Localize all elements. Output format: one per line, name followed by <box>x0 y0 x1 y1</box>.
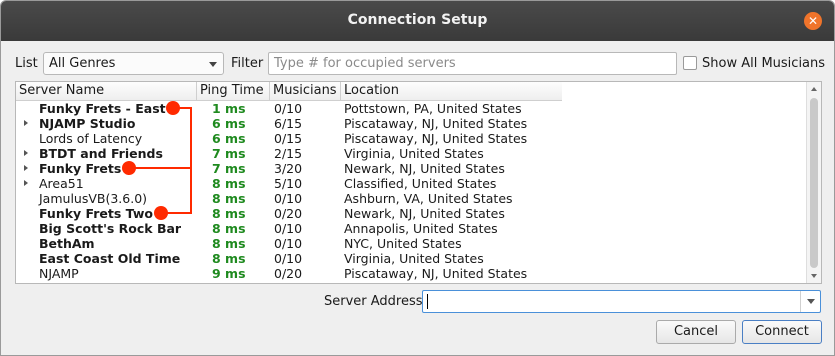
table-row[interactable]: Funky Frets Two 8 ms 0/20 Newark, NJ, Unite… <box>16 206 806 221</box>
server-address-input[interactable] <box>422 290 821 313</box>
server-address-dropdown[interactable] <box>800 291 820 312</box>
location-cell: Piscataway, NJ, United States <box>344 131 528 146</box>
location-cell: Newark, NJ, United States <box>344 206 505 221</box>
expand-arrow-icon[interactable] <box>24 180 28 186</box>
genre-select-value: All Genres <box>49 56 116 71</box>
ping-time-cell: 1 ms <box>212 101 246 116</box>
location-cell: Ashburn, VA, United States <box>344 191 513 206</box>
table-row[interactable]: JamulusVB(3.6.0) 8 ms 0/10 Ashburn, VA, Uni… <box>16 191 806 206</box>
ping-time-cell: 8 ms <box>212 176 246 191</box>
table-row[interactable]: Area51 8 ms 5/10 Classified, United States <box>16 176 806 191</box>
ping-time-cell: 6 ms <box>212 131 246 146</box>
vertical-scrollbar[interactable] <box>806 82 821 283</box>
ping-time-cell: 6 ms <box>212 116 246 131</box>
filter-input[interactable]: Type # for occupied servers <box>268 52 677 75</box>
ping-time-cell: 9 ms <box>212 266 246 281</box>
server-name-cell: East Coast Old Time <box>39 251 181 266</box>
location-cell: Pottstown, PA, United States <box>344 101 522 116</box>
musicians-cell: 6/15 <box>274 116 303 131</box>
table-row[interactable]: Funky Frets 7 ms 3/20 Newark, NJ, United St… <box>16 161 806 176</box>
ping-time-cell: 8 ms <box>212 251 246 266</box>
ping-time-cell: 8 ms <box>212 221 246 236</box>
column-header-ping-time[interactable]: Ping Time <box>197 82 270 101</box>
ping-time-cell: 7 ms <box>212 146 246 161</box>
ping-time-cell: 8 ms <box>212 191 246 206</box>
list-label: List <box>15 56 38 71</box>
chevron-down-icon <box>807 299 815 304</box>
ping-time-cell: 8 ms <box>212 236 246 251</box>
close-icon[interactable]: ✕ <box>804 12 822 30</box>
server-list-header: Server Name Ping Time Musicians Location <box>16 82 806 101</box>
table-row[interactable]: Big Scott's Rock Bar 8 ms 0/10 Annapolis, U… <box>16 221 806 236</box>
server-name-cell: Big Scott's Rock Bar <box>39 221 182 236</box>
musicians-cell: 0/20 <box>274 206 303 221</box>
connect-button[interactable]: Connect <box>742 320 822 344</box>
connection-setup-window: Connection Setup ✕ List All Genres Filte… <box>0 0 835 356</box>
chevron-down-icon <box>209 62 217 67</box>
musicians-cell: 0/10 <box>274 191 303 206</box>
musicians-cell: 0/10 <box>274 236 303 251</box>
table-row[interactable]: Lords of Latency 6 ms 0/15 Piscataway, NJ, … <box>16 131 806 146</box>
server-rows: Funky Frets - East 1 ms 0/10 Pottstown, PA,… <box>16 101 806 281</box>
show-all-musicians-label: Show All Musicians <box>702 56 826 71</box>
column-header-server-name[interactable]: Server Name <box>16 82 197 101</box>
server-list[interactable]: Server Name Ping Time Musicians Location… <box>15 81 822 284</box>
server-name-cell: Lords of Latency <box>39 131 143 146</box>
server-address-label: Server Address <box>324 294 423 309</box>
musicians-cell: 0/10 <box>274 251 303 266</box>
server-name-cell: Funky Frets Two <box>39 206 153 221</box>
musicians-cell: 0/10 <box>274 221 303 236</box>
expand-arrow-icon[interactable] <box>24 120 28 126</box>
server-name-cell: NJAMP Studio <box>39 116 136 131</box>
ping-time-cell: 7 ms <box>212 161 246 176</box>
genre-select[interactable]: All Genres <box>43 52 224 75</box>
location-cell: Newark, NJ, United States <box>344 161 505 176</box>
show-all-musicians-checkbox[interactable] <box>683 56 697 70</box>
window-title: Connection Setup <box>347 12 488 28</box>
musicians-cell: 0/15 <box>274 131 303 146</box>
location-cell: Piscataway, NJ, United States <box>344 116 528 131</box>
musicians-cell: 0/10 <box>274 101 303 116</box>
musicians-cell: 0/20 <box>274 266 303 281</box>
server-name-cell: NJAMP <box>39 266 79 281</box>
server-name-cell: BethAm <box>39 236 95 251</box>
table-row[interactable]: NJAMP 9 ms 0/20 Piscataway, NJ, United Stat… <box>16 266 806 281</box>
table-row[interactable]: East Coast Old Time 8 ms 0/10 Virginia, Uni… <box>16 251 806 266</box>
column-header-location[interactable]: Location <box>341 82 562 101</box>
musicians-cell: 2/15 <box>274 146 303 161</box>
table-row[interactable]: Funky Frets - East 1 ms 0/10 Pottstown, PA,… <box>16 101 806 116</box>
filter-label: Filter <box>231 56 264 71</box>
scroll-up-icon[interactable] <box>811 87 817 91</box>
location-cell: NYC, United States <box>344 236 462 251</box>
location-cell: Piscataway, NJ, United States <box>344 266 528 281</box>
expand-arrow-icon[interactable] <box>24 165 28 171</box>
musicians-cell: 5/10 <box>274 176 303 191</box>
column-header-musicians[interactable]: Musicians <box>270 82 341 101</box>
cancel-button[interactable]: Cancel <box>656 320 736 344</box>
server-name-cell: Funky Frets - East <box>39 101 166 116</box>
scrollbar-thumb[interactable] <box>810 98 818 268</box>
ping-time-cell: 8 ms <box>212 206 246 221</box>
musicians-cell: 3/20 <box>274 161 303 176</box>
expand-arrow-icon[interactable] <box>24 150 28 156</box>
table-row[interactable]: BethAm 8 ms 0/10 NYC, United States <box>16 236 806 251</box>
text-caret <box>427 294 428 309</box>
scroll-down-icon[interactable] <box>811 274 817 278</box>
location-cell: Virginia, United States <box>344 251 484 266</box>
location-cell: Classified, United States <box>344 176 497 191</box>
location-cell: Annapolis, United States <box>344 221 498 236</box>
location-cell: Virginia, United States <box>344 146 484 161</box>
server-name-cell: Area51 <box>39 176 84 191</box>
server-name-cell: Funky Frets <box>39 161 122 176</box>
server-name-cell: JamulusVB(3.6.0) <box>39 191 148 206</box>
table-row[interactable]: NJAMP Studio 6 ms 6/15 Piscataway, NJ, Unit… <box>16 116 806 131</box>
table-row[interactable]: BTDT and Friends 7 ms 2/15 Virginia, United… <box>16 146 806 161</box>
title-bar[interactable]: Connection Setup ✕ <box>1 1 834 41</box>
server-name-cell: BTDT and Friends <box>39 146 163 161</box>
